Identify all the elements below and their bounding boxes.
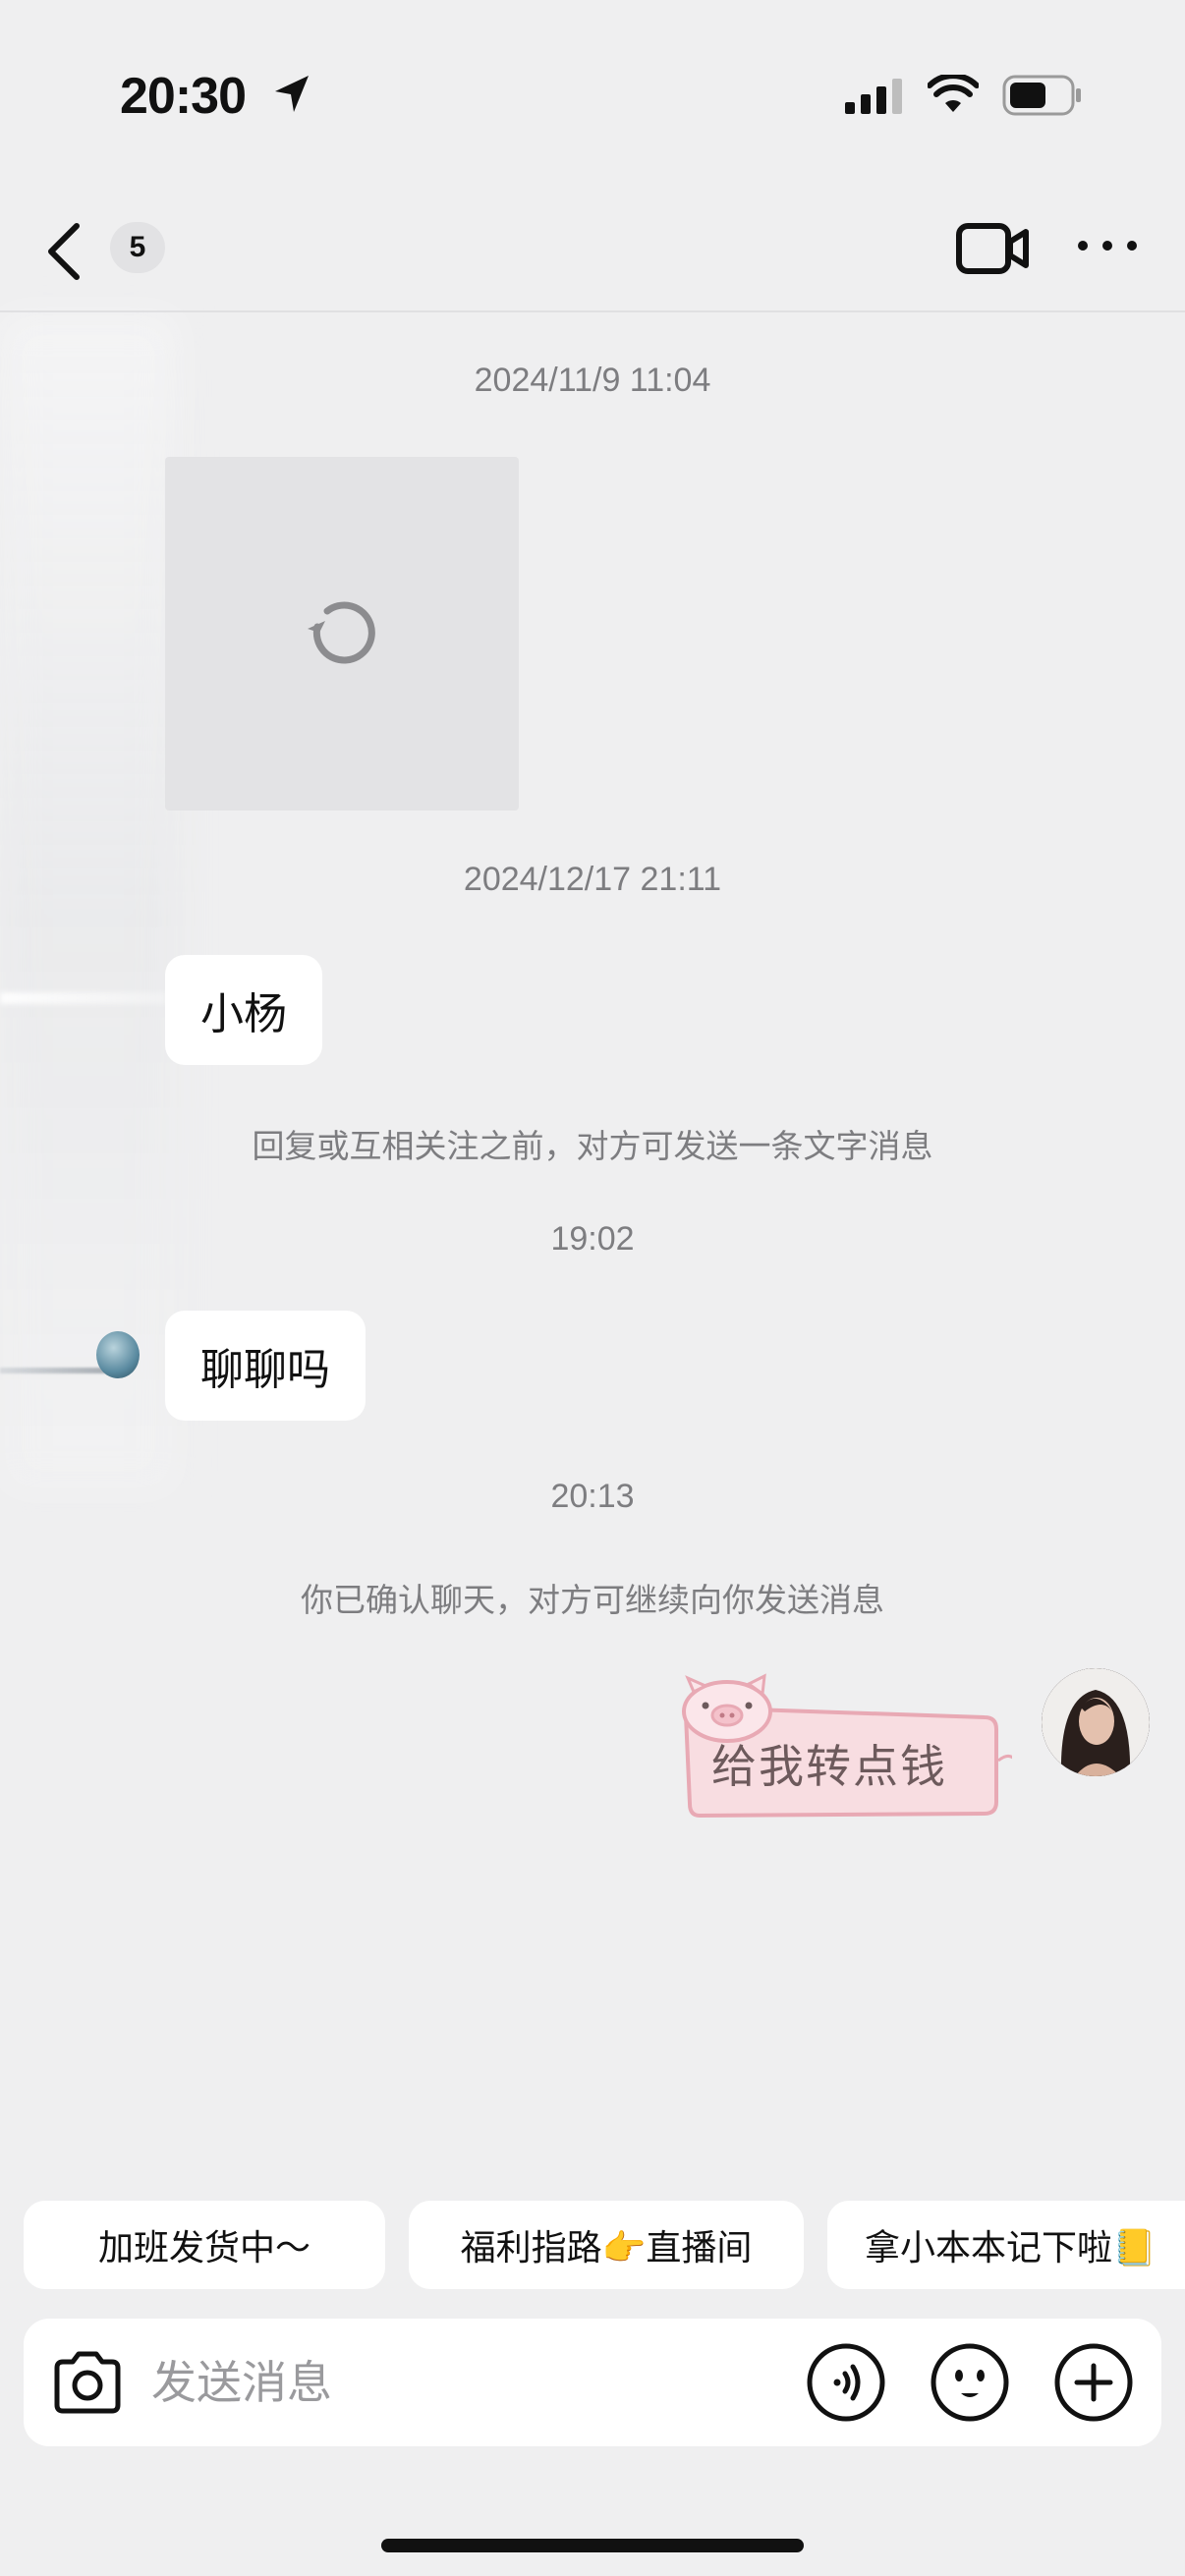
quick-reply-chip[interactable]: 福利指路👉直播间 (409, 2201, 804, 2289)
background-decoration (0, 992, 167, 1004)
message-text: 聊聊吗 (200, 1346, 330, 1394)
system-notice: 你已确认聊天，对方可继续向你发送消息 (301, 1582, 884, 1618)
sticker-text: 给我转点钱 (711, 1741, 947, 1792)
background-decoration (0, 1368, 108, 1373)
emoji-icon[interactable] (930, 2342, 1010, 2423)
message-input-bar (24, 2319, 1161, 2446)
plus-icon[interactable] (1053, 2342, 1134, 2423)
chat-header: 5 (0, 187, 1185, 312)
user-avatar-image (1042, 1668, 1150, 1776)
cellular-signal-icon (845, 79, 902, 114)
sticker-message[interactable]: 给我转点钱 (668, 1670, 1012, 1827)
wifi-icon (928, 75, 979, 112)
background-decoration (96, 1331, 140, 1378)
status-icons (845, 71, 1081, 120)
camera-icon[interactable] (49, 2344, 126, 2421)
chevron-left-icon[interactable] (41, 222, 90, 281)
message-text: 小杨 (200, 990, 287, 1038)
background-blur (0, 314, 177, 1493)
image-message-placeholder[interactable] (165, 457, 519, 811)
message-input[interactable] (151, 2346, 780, 2419)
voice-icon[interactable] (806, 2342, 886, 2423)
timestamp: 19:02 (550, 1220, 635, 1258)
timestamp: 20:13 (550, 1478, 635, 1515)
quick-reply-chip[interactable]: 加班发货中～ (24, 2201, 385, 2289)
timestamp: 2024/11/9 11:04 (474, 362, 711, 399)
status-time: 20:30 (120, 68, 247, 125)
unread-count-badge: 5 (110, 222, 165, 273)
ellipsis-icon[interactable] (1075, 226, 1140, 265)
incoming-message[interactable]: 小杨 (165, 955, 322, 1065)
system-notice: 回复或互相关注之前，对方可发送一条文字消息 (252, 1128, 933, 1164)
home-indicator[interactable] (381, 2539, 804, 2552)
avatar[interactable] (1042, 1668, 1150, 1776)
location-arrow-icon (275, 76, 309, 112)
refresh-icon (308, 601, 375, 664)
battery-icon (1002, 75, 1081, 116)
video-camera-icon[interactable] (955, 218, 1030, 281)
quick-reply-chip[interactable]: 拿小本本记下啦📒 (827, 2201, 1185, 2289)
timestamp: 2024/12/17 21:11 (463, 861, 722, 898)
incoming-message[interactable]: 聊聊吗 (165, 1311, 366, 1421)
